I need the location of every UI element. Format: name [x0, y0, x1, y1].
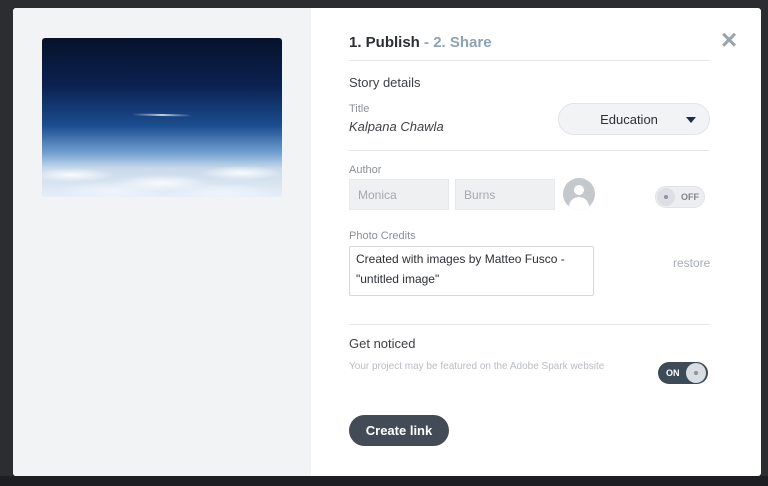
- publish-form: 1. Publish - 2. Share × Story details Ti…: [311, 8, 761, 476]
- divider: [349, 150, 709, 151]
- divider: [349, 60, 709, 61]
- author-first-name-input[interactable]: Monica: [349, 179, 449, 210]
- photo-credits-textarea[interactable]: Created with images by Matteo Fusco - "u…: [349, 246, 594, 296]
- feature-toggle[interactable]: ON: [658, 362, 708, 384]
- divider: [349, 324, 709, 325]
- close-icon[interactable]: ×: [717, 26, 741, 54]
- toggle-knob: [686, 363, 706, 383]
- step-share[interactable]: 2. Share: [433, 34, 491, 51]
- publish-dialog: 1. Publish - 2. Share × Story details Ti…: [13, 8, 761, 476]
- avatar-head: [574, 185, 584, 195]
- backdrop-bottom: [0, 476, 768, 486]
- story-cover-image: [42, 38, 282, 197]
- step-separator: -: [419, 34, 434, 51]
- author-last-name-input[interactable]: Burns: [455, 179, 555, 210]
- feature-toggle-label: ON: [666, 368, 680, 378]
- photo-credits-label: Photo Credits: [349, 230, 416, 242]
- avatar-icon[interactable]: [563, 178, 595, 210]
- cloud-layer: [42, 155, 282, 197]
- contrail: [131, 113, 193, 117]
- author-toggle[interactable]: OFF: [655, 186, 705, 208]
- story-details-heading: Story details: [349, 75, 421, 90]
- chevron-down-icon: [686, 117, 696, 123]
- preview-pane: [13, 8, 311, 476]
- create-link-button[interactable]: Create link: [349, 415, 449, 446]
- background-toolbar: [0, 0, 768, 8]
- category-dropdown[interactable]: Education: [558, 103, 710, 135]
- avatar-body: [569, 197, 589, 210]
- restore-link[interactable]: restore: [673, 256, 710, 270]
- author-toggle-label: OFF: [681, 192, 699, 202]
- get-noticed-heading: Get noticed: [349, 336, 416, 351]
- backdrop-right: [761, 0, 768, 486]
- step-publish: 1. Publish: [349, 34, 420, 51]
- get-noticed-description: Your project may be featured on the Adob…: [349, 361, 605, 372]
- title-value[interactable]: Kalpana Chawla: [349, 119, 444, 134]
- author-label: Author: [349, 164, 382, 176]
- title-label: Title: [349, 103, 370, 115]
- backdrop-left: [0, 0, 13, 486]
- category-selected: Education: [600, 112, 658, 127]
- toggle-knob: [657, 188, 675, 206]
- step-indicator: 1. Publish - 2. Share: [349, 34, 492, 51]
